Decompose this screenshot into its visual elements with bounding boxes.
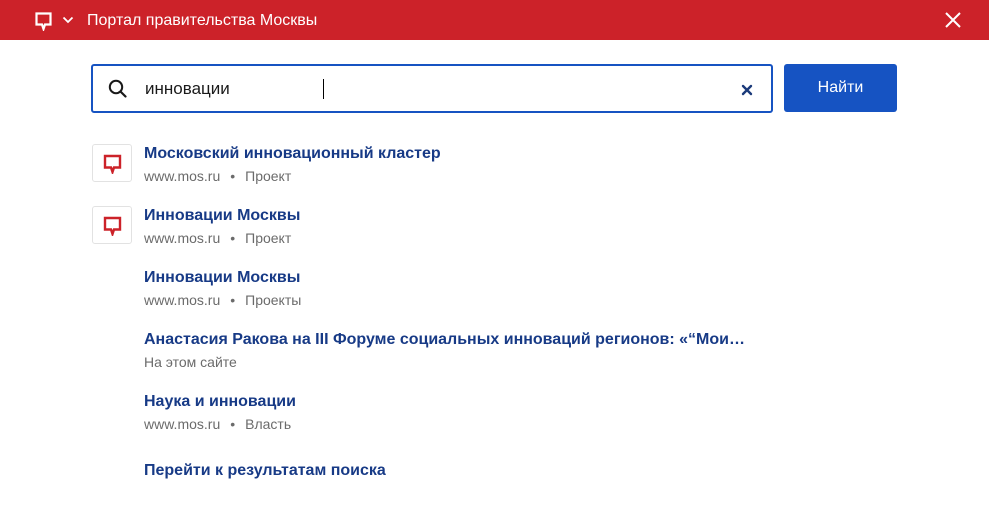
search-icon: [108, 79, 127, 98]
meta-separator: •: [230, 292, 236, 308]
search-result[interactable]: Московский инновационный кластер www.mos…: [91, 144, 791, 188]
result-source: На этом сайте: [144, 354, 237, 370]
result-source: www.mos.ru: [144, 168, 221, 184]
result-logo: [92, 144, 132, 182]
result-meta: На этом сайте: [144, 354, 237, 371]
search-result[interactable]: Инновации Москвы www.mos.ru • Проект: [91, 206, 791, 250]
search-result[interactable]: Наука и инновации www.mos.ru • Власть: [91, 392, 791, 436]
result-meta: www.mos.ru • Проекты: [144, 292, 301, 309]
result-logo: [92, 206, 132, 244]
result-meta: www.mos.ru • Проект: [144, 168, 291, 185]
result-meta: www.mos.ru • Власть: [144, 416, 291, 433]
search-input[interactable]: [145, 75, 715, 103]
mos-logo-icon: [103, 216, 122, 236]
clear-icon[interactable]: [741, 84, 753, 96]
result-source: www.mos.ru: [144, 416, 221, 432]
result-category: Проект: [245, 230, 292, 246]
result-title[interactable]: Наука и инновации: [144, 392, 784, 412]
goto-search-results-link[interactable]: Перейти к результатам поиска: [144, 461, 386, 481]
result-source: www.mos.ru: [144, 230, 221, 246]
result-title[interactable]: Анастасия Ракова на III Форуме социальны…: [144, 330, 784, 350]
meta-separator: •: [230, 416, 236, 432]
meta-separator: •: [230, 230, 236, 246]
search-result[interactable]: Анастасия Ракова на III Форуме социальны…: [91, 330, 791, 374]
result-meta: www.mos.ru • Проект: [144, 230, 291, 247]
result-title[interactable]: Инновации Москвы: [144, 206, 784, 226]
search-box: [91, 64, 773, 113]
top-bar: Портал правительства Москвы: [0, 0, 989, 40]
result-source: www.mos.ru: [144, 292, 221, 308]
search-button[interactable]: Найти: [784, 64, 897, 112]
result-title[interactable]: Инновации Москвы: [144, 268, 784, 288]
result-category: Проекты: [245, 292, 302, 308]
close-icon[interactable]: [944, 11, 962, 29]
meta-separator: •: [230, 168, 236, 184]
search-result[interactable]: Инновации Москвы www.mos.ru • Проекты: [91, 268, 791, 312]
mos-logo-icon[interactable]: [35, 12, 52, 31]
text-caret: [323, 79, 324, 99]
mos-logo-icon: [103, 154, 122, 174]
result-category: Проект: [245, 168, 292, 184]
result-title[interactable]: Московский инновационный кластер: [144, 144, 784, 164]
chevron-down-icon[interactable]: [62, 16, 74, 24]
result-category: Власть: [245, 416, 292, 432]
portal-title: Портал правительства Москвы: [87, 12, 318, 29]
